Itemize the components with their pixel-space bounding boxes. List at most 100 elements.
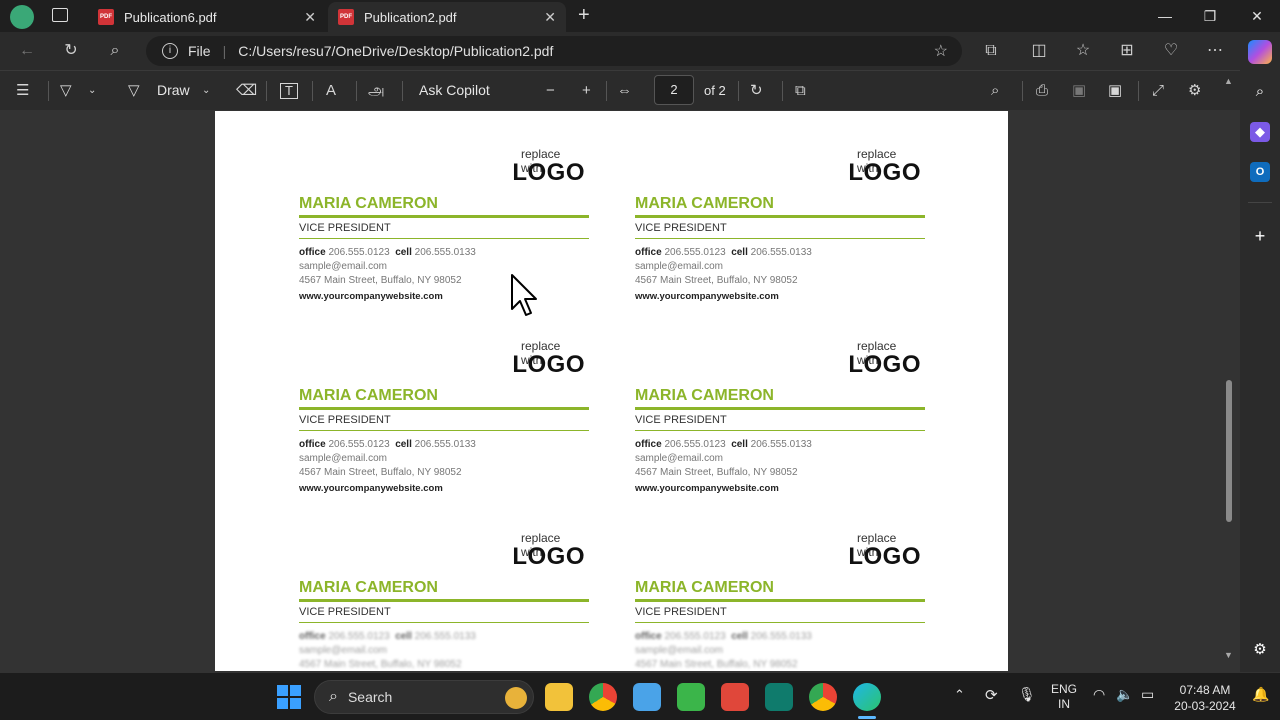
info-icon[interactable]: i bbox=[162, 43, 178, 59]
favorite-star-icon[interactable]: ☆ bbox=[934, 41, 948, 61]
scroll-up-icon[interactable]: ▲ bbox=[1224, 76, 1233, 86]
minimize-button[interactable]: — bbox=[1145, 4, 1185, 28]
chevron-down-icon[interactable]: ⌄ bbox=[88, 80, 96, 102]
collections-icon[interactable]: ⊞ bbox=[1116, 41, 1138, 61]
phone-line: office 206.555.0123 cell 206.555.0133 bbox=[299, 631, 476, 642]
fit-page-icon[interactable]: ⇔ bbox=[617, 80, 632, 102]
logo-placeholder: LOGO bbox=[512, 543, 585, 570]
search-icon[interactable]: ⌕ bbox=[104, 41, 126, 61]
close-tab-icon[interactable]: ✕ bbox=[544, 9, 556, 26]
copilot-app-icon[interactable]: ◆ bbox=[1250, 122, 1270, 142]
new-tab-icon[interactable]: + bbox=[578, 4, 590, 27]
card-website: www.yourcompanywebsite.com bbox=[299, 483, 443, 494]
search-label: Search bbox=[347, 689, 393, 705]
taskbar-search-box[interactable]: ⌕ Search bbox=[314, 680, 534, 714]
contents-icon[interactable]: ☰ bbox=[16, 80, 29, 102]
office-phone: 206.555.0123 bbox=[664, 247, 726, 258]
chevron-down-icon[interactable]: ⌄ bbox=[202, 80, 210, 102]
close-window-button[interactable]: ✕ bbox=[1237, 4, 1277, 28]
split-screen-icon[interactable]: ◫ bbox=[1028, 41, 1050, 61]
draw-button[interactable]: Draw bbox=[157, 82, 190, 98]
rotate-icon[interactable]: ↻ bbox=[750, 80, 763, 102]
clock[interactable]: 07:48 AM 20-03-2024 bbox=[1170, 682, 1240, 714]
cell-phone: 206.555.0133 bbox=[414, 631, 476, 642]
publisher-icon[interactable] bbox=[765, 683, 793, 711]
sync-icon[interactable]: ⟳ bbox=[985, 686, 998, 704]
tab-publication6[interactable]: PDF Publication6.pdf ✕ bbox=[88, 2, 326, 32]
scrollbar-thumb[interactable] bbox=[1226, 380, 1232, 522]
add-icon[interactable]: + bbox=[1250, 226, 1270, 246]
scroll-down-icon[interactable]: ▼ bbox=[1224, 650, 1233, 660]
edge-sidebar: ⌕ ◆ O + ⚙ bbox=[1240, 32, 1280, 672]
zoom-out-icon[interactable]: − bbox=[546, 80, 555, 102]
copilot-icon[interactable] bbox=[1248, 40, 1272, 64]
read-aloud-icon[interactable]: A bbox=[326, 80, 336, 102]
battery-icon[interactable]: ▭ bbox=[1141, 686, 1154, 703]
extensions-icon[interactable]: ⧉ bbox=[980, 41, 1002, 61]
search-icon[interactable]: ⌕ bbox=[1250, 82, 1270, 102]
chrome-icon[interactable] bbox=[589, 683, 617, 711]
show-hidden-icons[interactable]: ⌃ bbox=[954, 687, 965, 703]
eraser-icon[interactable]: ⌫ bbox=[236, 80, 257, 102]
notification-bell-icon[interactable]: 🔔 bbox=[1252, 686, 1269, 703]
save-as-icon[interactable]: ▣ bbox=[1108, 80, 1122, 102]
text-box-icon[interactable]: T bbox=[280, 83, 298, 99]
language-indicator[interactable]: ENG IN bbox=[1048, 682, 1080, 712]
edge-icon[interactable] bbox=[853, 683, 881, 711]
logo-placeholder: LOGO bbox=[512, 351, 585, 378]
print-icon[interactable]: ⎙ bbox=[1036, 80, 1048, 102]
fullscreen-icon[interactable]: ⤢ bbox=[1152, 80, 1164, 102]
cell-label: cell bbox=[731, 631, 748, 642]
divider bbox=[635, 238, 925, 239]
zoom-in-icon[interactable]: + bbox=[582, 80, 591, 102]
back-icon[interactable]: ← bbox=[16, 41, 38, 61]
favorites-icon[interactable]: ☆ bbox=[1072, 41, 1094, 61]
address-input[interactable]: i File | C:/Users/resu7/OneDrive/Desktop… bbox=[146, 36, 962, 66]
restore-button[interactable]: ❐ bbox=[1190, 4, 1230, 28]
chrome-profile-icon[interactable] bbox=[809, 683, 837, 711]
highlight-icon[interactable]: ▽ bbox=[60, 80, 72, 102]
mouse-cursor-icon bbox=[511, 274, 537, 316]
cell-phone: 206.555.0133 bbox=[414, 439, 476, 450]
office-label: office bbox=[635, 631, 662, 642]
outlook-icon[interactable]: O bbox=[1250, 162, 1270, 182]
more-menu-icon[interactable]: ⋯ bbox=[1204, 41, 1226, 61]
settings-icon[interactable]: ⚙ bbox=[1188, 80, 1201, 102]
camtasia-red-icon[interactable] bbox=[721, 683, 749, 711]
notepad-icon[interactable] bbox=[633, 683, 661, 711]
cell-phone: 206.555.0133 bbox=[750, 631, 812, 642]
close-tab-icon[interactable]: ✕ bbox=[304, 9, 316, 26]
divider bbox=[635, 215, 925, 218]
logo-placeholder: LOGO bbox=[848, 159, 921, 186]
card-address: 4567 Main Street, Buffalo, NY 98052 bbox=[635, 467, 798, 478]
wifi-icon[interactable]: ◠ bbox=[1093, 686, 1105, 703]
file-explorer-icon[interactable] bbox=[545, 683, 573, 711]
tab-publication2[interactable]: PDF Publication2.pdf ✕ bbox=[328, 2, 566, 32]
page-view-icon[interactable]: ⧉ bbox=[795, 80, 806, 102]
find-icon[interactable]: ⌕ bbox=[991, 80, 999, 102]
separator bbox=[266, 81, 267, 101]
translate-icon[interactable]: அ bbox=[368, 80, 385, 102]
card-name: MARIA CAMERON bbox=[299, 195, 438, 212]
draw-icon[interactable]: ▽ bbox=[128, 80, 140, 102]
taskbar: ⌕ Search ⌃ ⟳ 🎙 ENG IN ◠ 🔈 ▭ 07:48 AM 20-… bbox=[0, 672, 1280, 720]
separator bbox=[738, 81, 739, 101]
microphone-icon[interactable]: 🎙 bbox=[1018, 686, 1036, 703]
profile-icon[interactable] bbox=[10, 5, 34, 29]
tab-actions-icon[interactable] bbox=[52, 8, 68, 22]
cell-label: cell bbox=[731, 247, 748, 258]
settings-icon[interactable]: ⚙ bbox=[1250, 640, 1270, 660]
card-website: www.yourcompanywebsite.com bbox=[635, 483, 779, 494]
card-email: sample@email.com bbox=[299, 453, 387, 464]
refresh-icon[interactable]: ↻ bbox=[60, 41, 82, 61]
volume-icon[interactable]: 🔈 bbox=[1116, 686, 1133, 703]
vertical-scrollbar[interactable]: ▲ ▼ bbox=[1222, 76, 1236, 672]
divider bbox=[635, 622, 925, 623]
page-number-input[interactable]: 2 bbox=[654, 75, 694, 105]
save-icon[interactable]: ▣ bbox=[1072, 80, 1086, 102]
start-windows-icon[interactable] bbox=[277, 685, 301, 709]
separator bbox=[782, 81, 783, 101]
ask-copilot-button[interactable]: Ask Copilot bbox=[419, 82, 490, 98]
browser-essentials-icon[interactable]: ♡ bbox=[1160, 41, 1182, 61]
camtasia-green-icon[interactable] bbox=[677, 683, 705, 711]
